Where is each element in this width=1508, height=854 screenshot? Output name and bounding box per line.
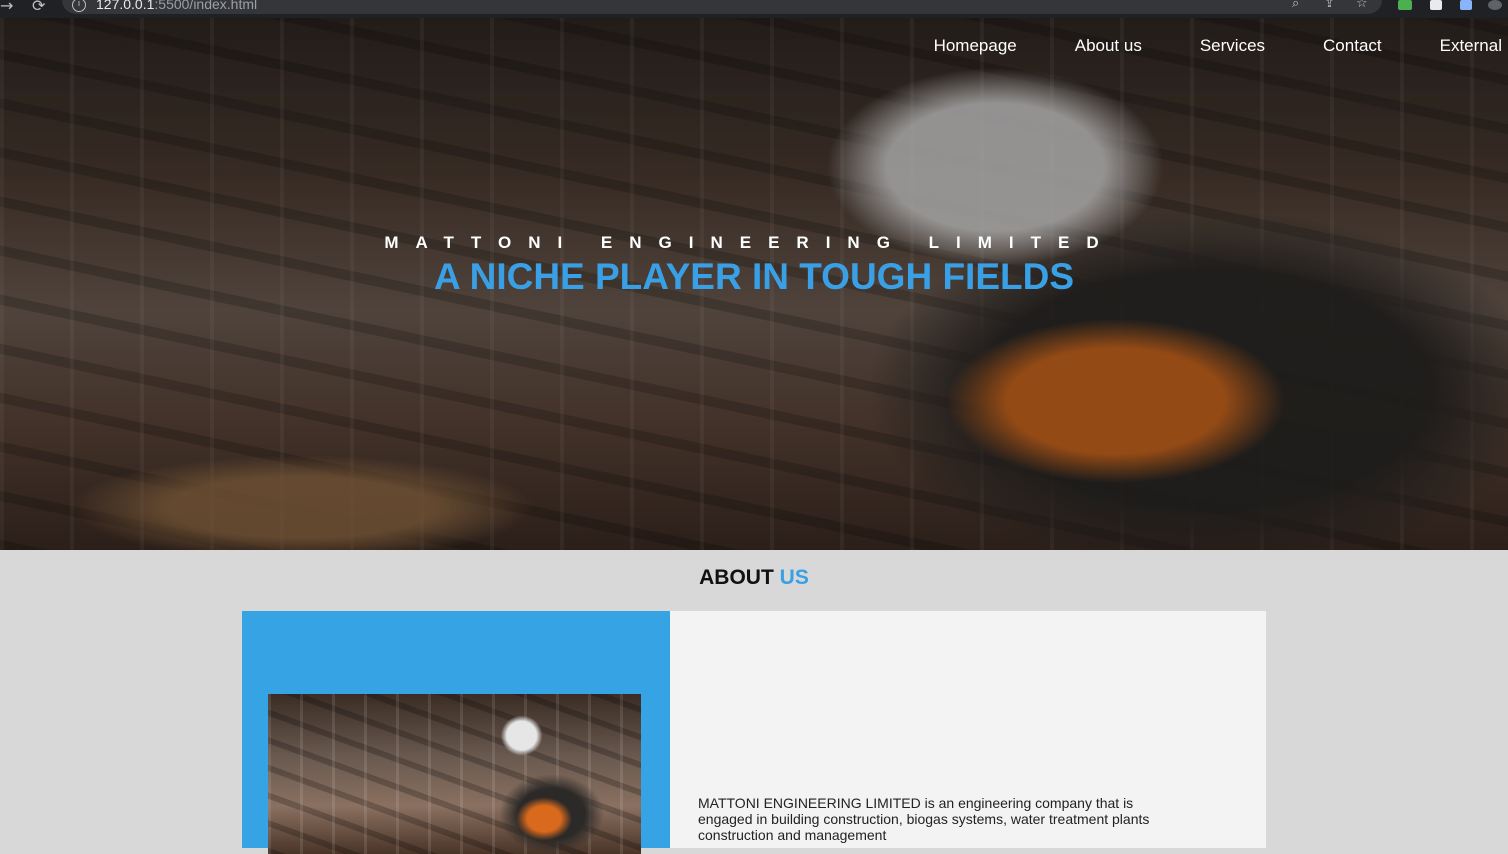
reload-icon[interactable]: ⟳	[32, 0, 45, 15]
nav-link-contact[interactable]: Contact	[1294, 36, 1411, 56]
main-navigation: Homepage About us Services Contact Exter…	[905, 36, 1502, 56]
nav-link-services[interactable]: Services	[1171, 36, 1294, 56]
site-info-icon[interactable]: i	[72, 0, 86, 12]
hero-company-name: MATTONI ENGINEERING LIMITED	[384, 233, 1116, 252]
address-bar[interactable]: i 127.0.0.1:5500/index.html ⌕ ⇪ ☆	[62, 0, 1382, 14]
browser-toolbar: → ⟳ i 127.0.0.1:5500/index.html ⌕ ⇪ ☆	[0, 0, 1508, 18]
about-worker-photo	[268, 694, 641, 854]
share-icon[interactable]: ⇪	[1324, 0, 1335, 11]
about-description: MATTONI ENGINEERING LIMITED is an engine…	[698, 795, 1150, 843]
address-url: 127.0.0.1:5500/index.html	[96, 0, 258, 12]
nav-link-about-us[interactable]: About us	[1046, 36, 1171, 56]
back-arrow-icon[interactable]: →	[0, 0, 13, 15]
about-heading: ABOUT US	[0, 566, 1508, 590]
puzzle-icon[interactable]	[1430, 0, 1442, 10]
about-card: MATTONI ENGINEERING LIMITED is an engine…	[242, 611, 1266, 854]
profile-avatar[interactable]	[1488, 0, 1502, 10]
zoom-search-icon[interactable]: ⌕	[1292, 0, 1299, 11]
hero-banner: Homepage About us Services Contact Exter…	[0, 18, 1508, 550]
about-image-panel	[242, 611, 670, 854]
nav-link-homepage[interactable]: Homepage	[905, 36, 1046, 56]
nav-link-external[interactable]: External	[1411, 36, 1502, 56]
about-heading-accent: US	[779, 566, 809, 589]
extension-icon[interactable]	[1398, 0, 1412, 10]
hero-tagline: A NICHE PLAYER IN TOUGH FIELDS	[433, 256, 1075, 297]
sidebar-icon[interactable]	[1460, 0, 1472, 10]
about-heading-main: ABOUT	[699, 566, 774, 589]
bookmark-star-icon[interactable]: ☆	[1356, 0, 1368, 11]
